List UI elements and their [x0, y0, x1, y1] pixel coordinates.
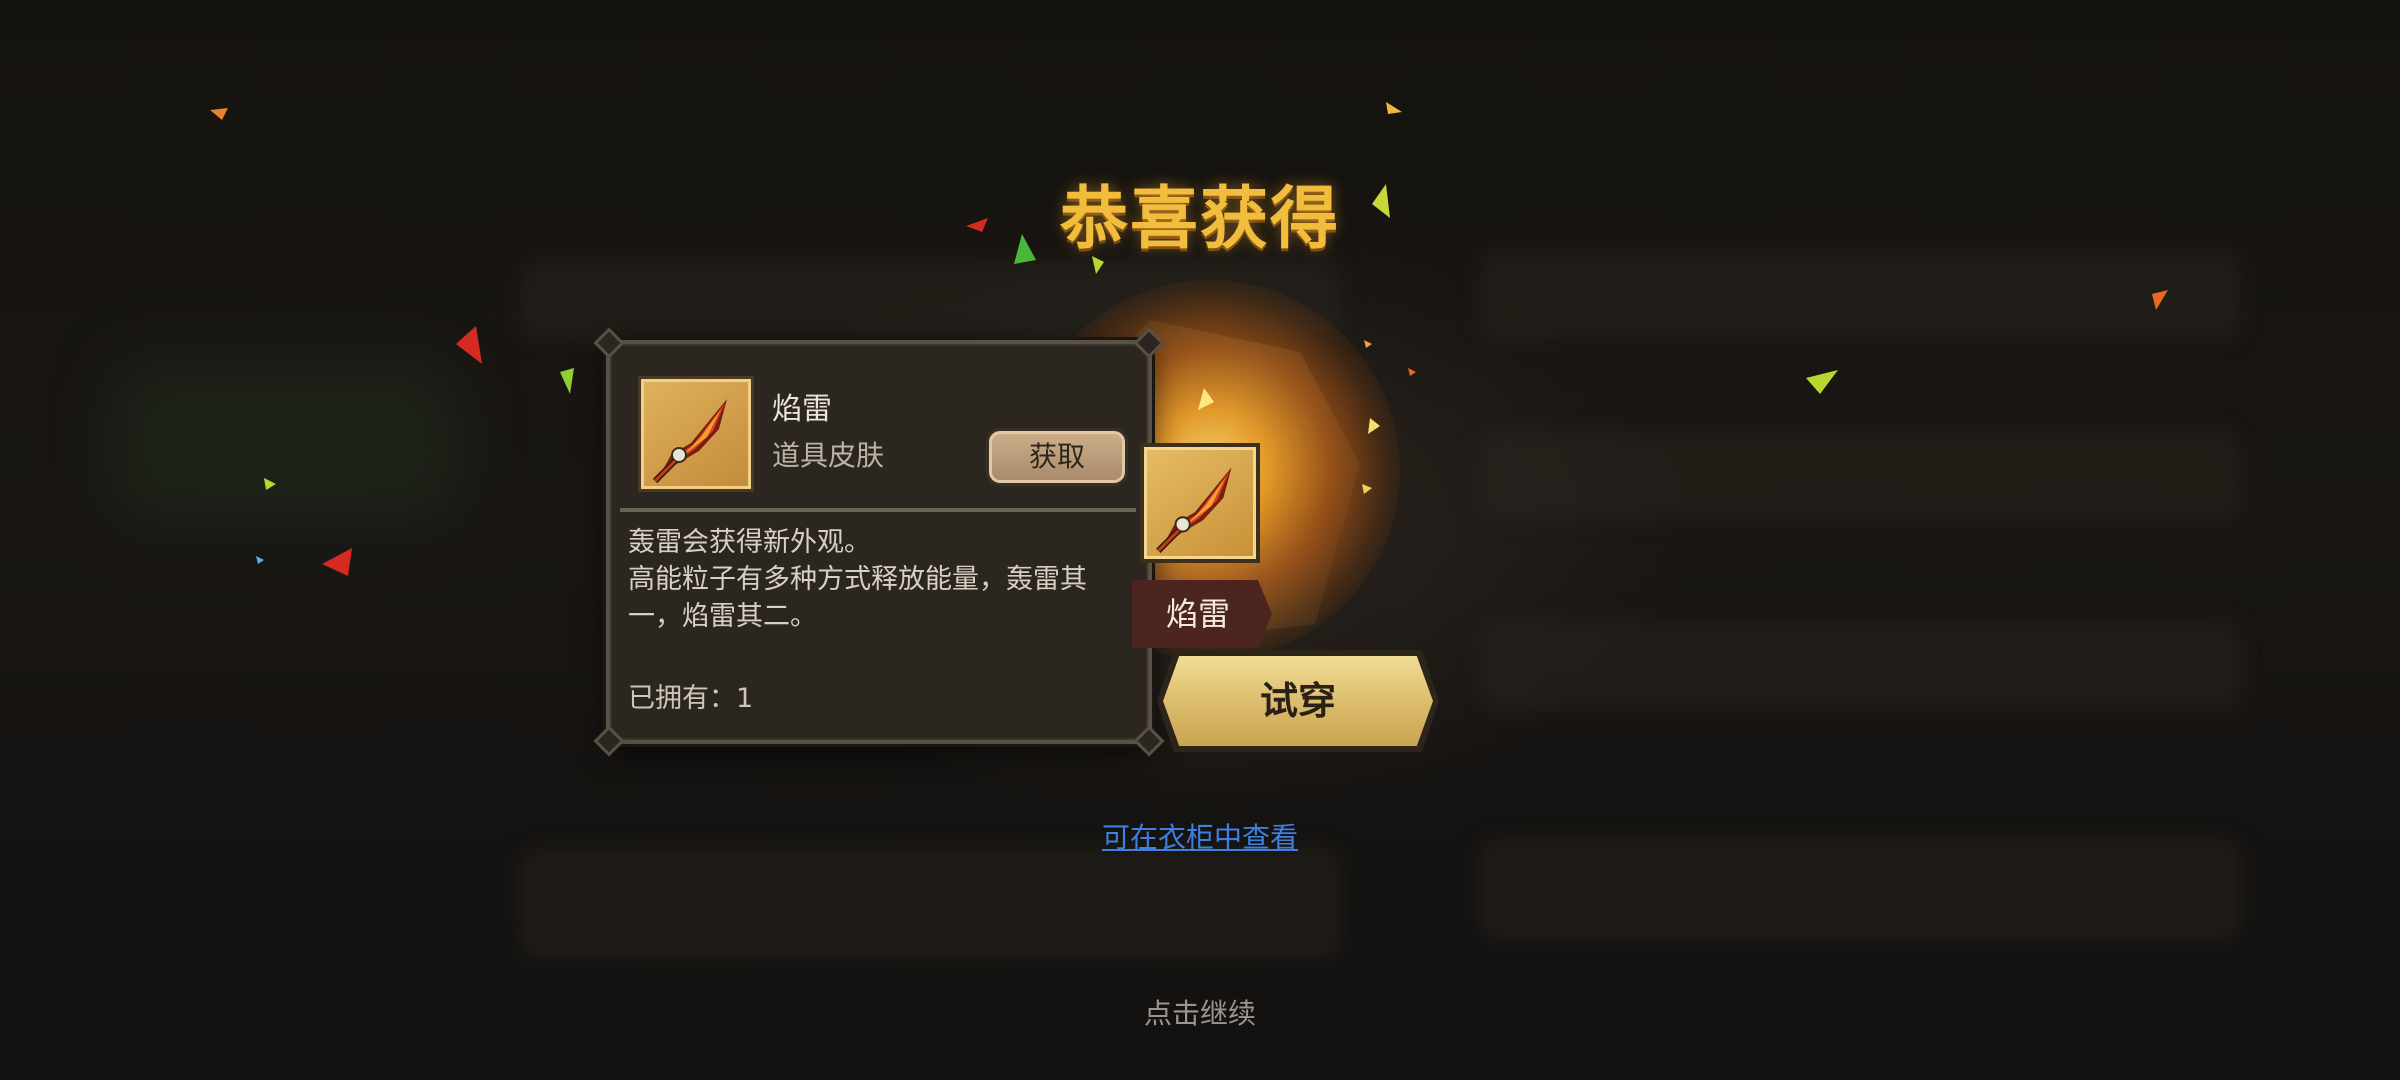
background-blur	[1480, 840, 2240, 940]
confetti-piece	[1364, 340, 1372, 348]
confetti-piece	[322, 548, 352, 576]
reward-title: 恭喜获得	[1059, 180, 1340, 259]
confetti-piece	[560, 368, 574, 394]
confetti-piece	[1372, 184, 1390, 218]
try-on-button[interactable]: 试穿	[1163, 656, 1433, 746]
item-name: 焰雷	[772, 392, 832, 427]
confetti-piece	[1806, 370, 1838, 394]
background-blur	[1480, 620, 2240, 710]
confetti-piece	[264, 478, 276, 490]
confetti-piece	[1386, 102, 1402, 114]
preview-item-icon-frame	[1140, 443, 1260, 563]
item-info-card: 焰雷 道具皮肤 获取 轰雷会获得新外观。 高能粒子有多种方式释放能量，轰雷其一，…	[593, 327, 1165, 757]
confetti-piece	[456, 326, 482, 364]
card-divider	[620, 508, 1136, 512]
confetti-piece	[2152, 290, 2168, 310]
confetti-piece	[1198, 388, 1214, 410]
background-blur	[1480, 430, 2240, 520]
background-blur	[1480, 250, 2240, 340]
owned-count: 已拥有：1	[628, 683, 754, 714]
confetti-piece	[210, 108, 228, 120]
item-description: 轰雷会获得新外观。 高能粒子有多种方式释放能量，轰雷其一，焰雷其二。	[628, 527, 1087, 632]
view-in-wardrobe-link[interactable]: 可在衣柜中查看	[1090, 818, 1310, 858]
confetti-piece	[1014, 234, 1036, 264]
preview-item-name: 焰雷	[1166, 595, 1231, 633]
obtain-button[interactable]: 获取	[986, 428, 1128, 486]
item-type: 道具皮肤	[772, 439, 885, 472]
confetti-piece	[256, 556, 264, 564]
confetti-piece	[1368, 418, 1380, 434]
confetti-piece	[966, 218, 988, 232]
background-blur	[110, 360, 460, 520]
confetti-piece	[1362, 484, 1372, 494]
flame-spear-icon	[652, 399, 727, 484]
reward-popup-screen[interactable]: 恭喜获得 焰雷 道具皮肤 获取 轰雷会获得新外观。 高能粒子有多种方式释放能量，…	[0, 0, 2400, 1080]
confetti-piece	[1408, 368, 1416, 376]
card-corner	[593, 725, 625, 757]
flame-spear-icon	[1156, 467, 1232, 554]
card-corner	[1133, 725, 1165, 757]
background-blur	[520, 850, 1340, 960]
item-icon-frame	[638, 376, 754, 492]
tap-to-continue[interactable]: 点击继续	[1100, 994, 1300, 1034]
